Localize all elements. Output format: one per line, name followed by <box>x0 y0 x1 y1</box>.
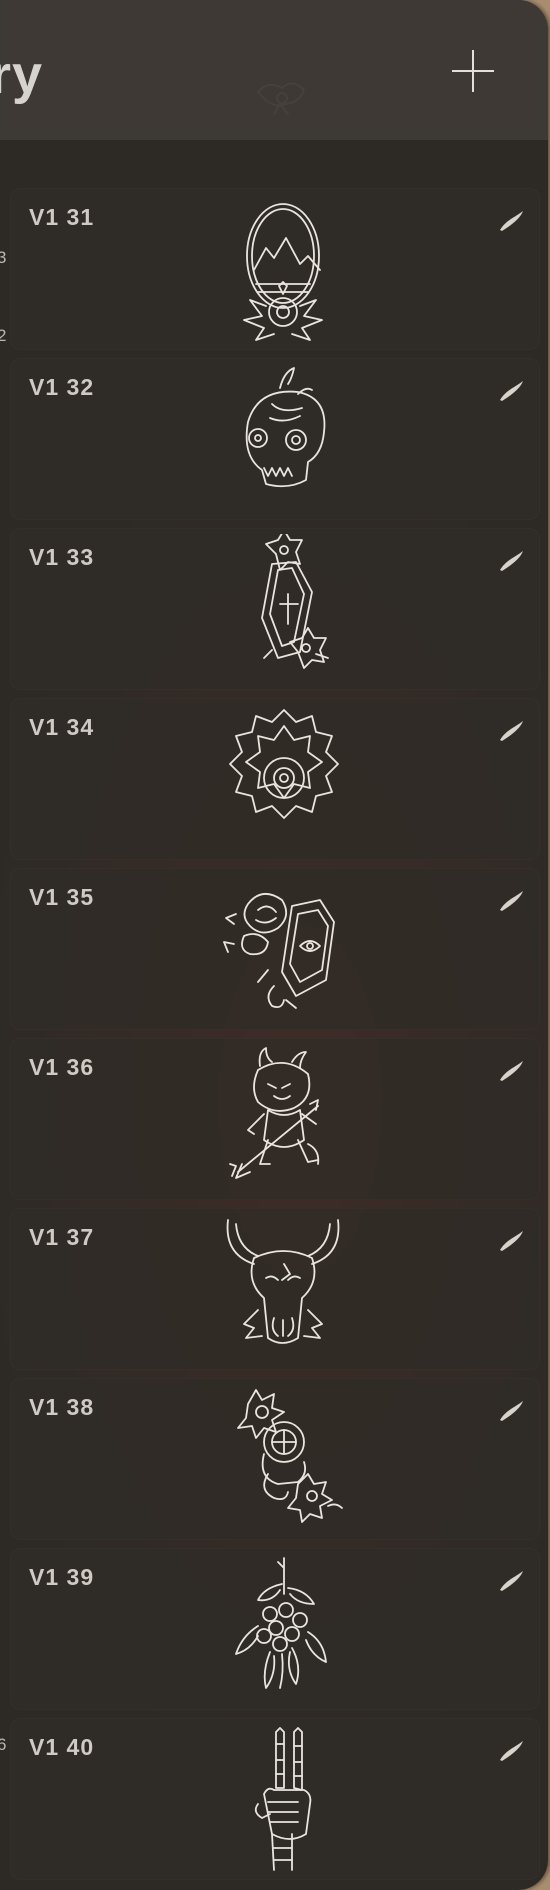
brush-card[interactable]: V1 39 <box>10 1548 540 1710</box>
adjacent-column-text: 3 <box>0 248 7 267</box>
brush-name: V1 37 <box>29 1224 95 1250</box>
brush-card[interactable]: V1 38 <box>10 1378 540 1540</box>
brush-thumbnail <box>208 1214 358 1364</box>
brush-card[interactable]: V1 31 <box>10 188 540 350</box>
brush-thumbnail <box>208 1384 358 1534</box>
brush-thumbnail <box>208 194 358 344</box>
brush-card[interactable]: V1 33 <box>10 528 540 690</box>
brush-thumbnail <box>208 1044 358 1194</box>
brush-name: V1 39 <box>29 1564 95 1590</box>
brush-name: V1 31 <box>29 204 95 230</box>
brush-card[interactable]: V1 40 <box>10 1718 540 1880</box>
brush-stroke-icon <box>496 376 526 406</box>
brush-card[interactable]: V1 37 <box>10 1208 540 1370</box>
adjacent-column-text: 2 <box>0 326 7 345</box>
brush-thumbnail <box>208 364 358 514</box>
brush-name: V1 34 <box>29 714 95 740</box>
brush-name: V1 32 <box>29 374 95 400</box>
brush-thumbnail <box>208 704 358 854</box>
brush-thumbnail <box>208 1554 358 1704</box>
add-brush-button[interactable] <box>448 46 498 96</box>
brush-stroke-icon <box>496 1396 526 1426</box>
brush-stroke-icon <box>496 546 526 576</box>
brush-thumbnail <box>208 1724 358 1874</box>
brush-stroke-icon <box>496 1566 526 1596</box>
brush-stroke-icon <box>496 1226 526 1256</box>
brush-card[interactable]: V1 32 <box>10 358 540 520</box>
brush-library-panel: V1 31 V1 32 V1 33 V1 34 V1 35 V1 36 V1 3… <box>0 0 548 1890</box>
brush-stroke-icon <box>496 886 526 916</box>
brush-name: V1 35 <box>29 884 95 910</box>
brush-stroke-icon <box>496 1736 526 1766</box>
brush-list[interactable]: V1 31 V1 32 V1 33 V1 34 V1 35 V1 36 V1 3… <box>0 0 548 1890</box>
brush-stroke-icon <box>496 1056 526 1086</box>
brush-card[interactable]: V1 34 <box>10 698 540 860</box>
plus-icon <box>452 50 494 92</box>
adjacent-column-text: 6 <box>0 1735 7 1754</box>
brush-card[interactable]: V1 35 <box>10 868 540 1030</box>
panel-title: ry <box>0 45 44 105</box>
brush-name: V1 36 <box>29 1054 95 1080</box>
brush-stroke-icon <box>496 206 526 236</box>
panel-header: ry <box>0 0 548 140</box>
brush-thumbnail <box>208 534 358 684</box>
brush-name: V1 33 <box>29 544 95 570</box>
brush-name: V1 38 <box>29 1394 95 1420</box>
brush-name: V1 40 <box>29 1734 95 1760</box>
brush-card[interactable]: V1 36 <box>10 1038 540 1200</box>
brush-stroke-icon <box>496 716 526 746</box>
brush-thumbnail <box>208 874 358 1024</box>
